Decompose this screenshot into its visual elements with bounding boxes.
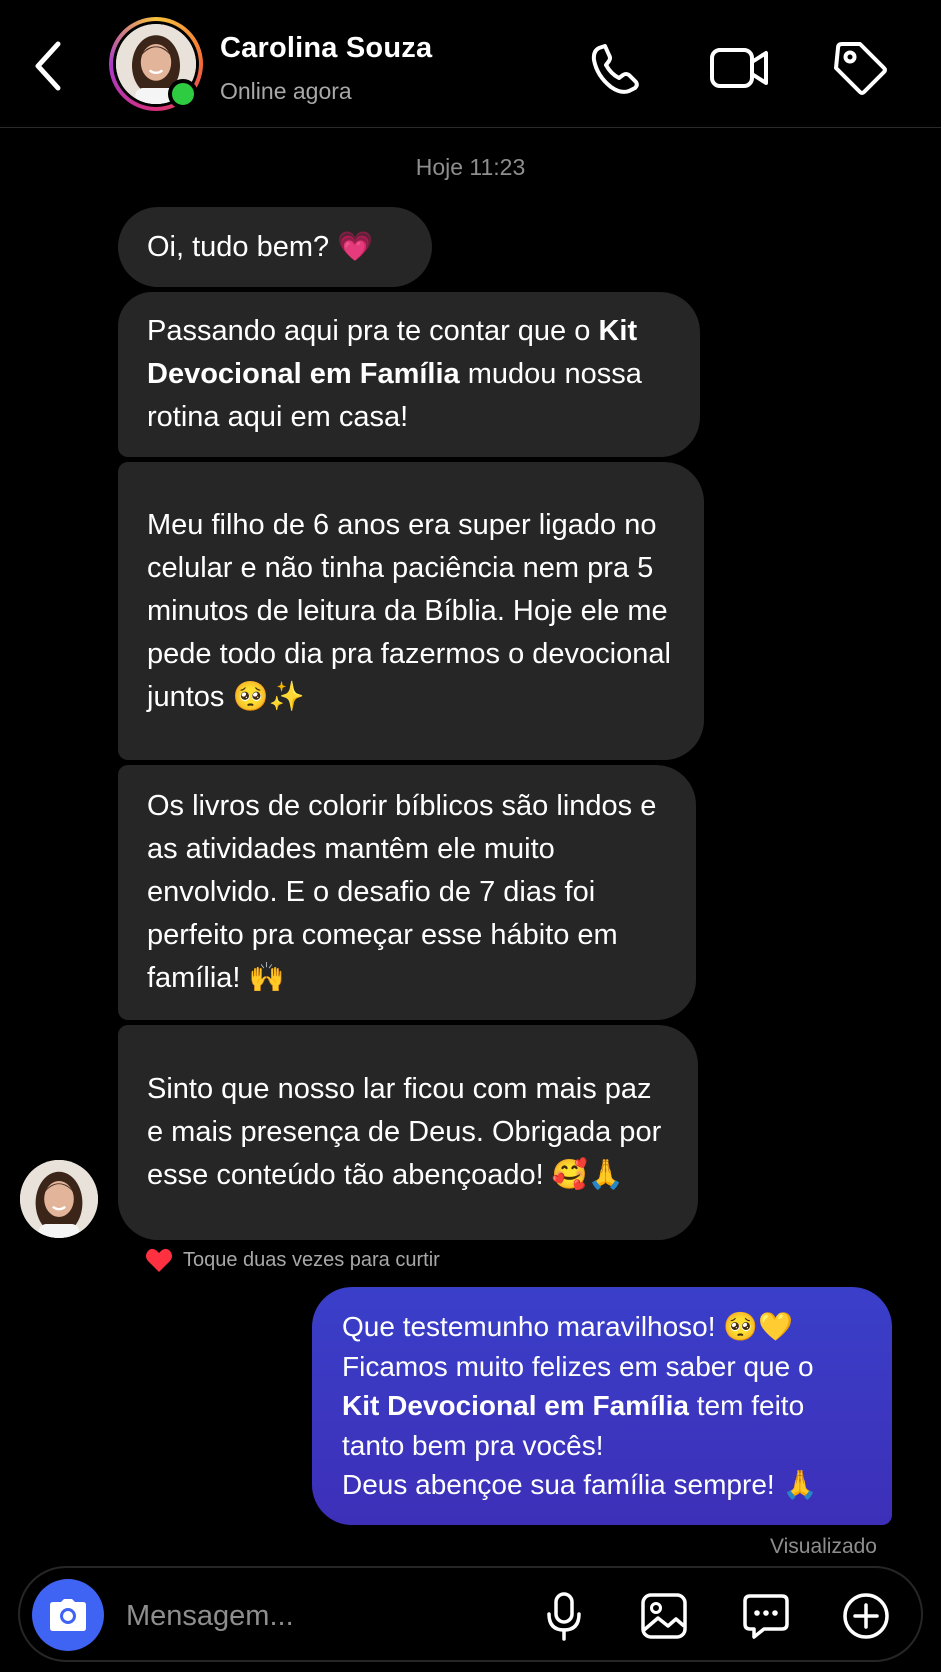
incoming-message[interactable]: Sinto que nosso lar ficou com mais paz e… <box>118 1025 698 1240</box>
seen-status: Visualizado <box>769 1535 877 1558</box>
message-line: tanto bem pra vocês! <box>342 1429 604 1461</box>
message-text: Passando aqui pra te contar que o Kit De… <box>147 315 642 433</box>
like-hint-text: Toque duas vezes para curtir <box>183 1248 440 1271</box>
message-line: Deus abençoe sua família sempre! 🙏 <box>342 1469 818 1500</box>
message-composer <box>18 1566 923 1662</box>
phone-icon <box>591 44 639 94</box>
call-button[interactable] <box>587 38 647 98</box>
gallery-icon <box>641 1593 687 1639</box>
chat-bubble-icon <box>743 1594 789 1639</box>
tag-icon <box>834 42 887 95</box>
contact-name[interactable]: Carolina Souza <box>220 32 432 65</box>
outgoing-message[interactable]: Que testemunho maravilhoso! 🥺💛 Ficamos m… <box>312 1287 892 1525</box>
message-line: Ficamos muito felizes em saber que o <box>342 1350 814 1382</box>
camera-button[interactable] <box>32 1579 104 1651</box>
message-text: Os livros de colorir bíblicos são lindos… <box>147 790 657 994</box>
online-indicator <box>168 79 198 109</box>
gallery-button[interactable] <box>638 1590 690 1642</box>
message-text: Meu filho de 6 anos era super ligado no … <box>147 508 671 713</box>
message-input[interactable] <box>126 1594 486 1638</box>
back-button[interactable] <box>28 38 72 94</box>
voice-message-button[interactable] <box>538 1590 590 1642</box>
message-timestamp: Hoje 11:23 <box>415 154 526 180</box>
message-text: Oi, tudo bem? 💗 <box>147 230 374 263</box>
chat-header: Carolina Souza Online agora <box>0 0 941 128</box>
back-icon <box>35 41 61 91</box>
contact-status: Online agora <box>220 78 352 104</box>
double-tap-like-hint: Toque duas vezes para curtir <box>145 1247 440 1273</box>
add-button[interactable] <box>840 1590 892 1642</box>
incoming-message[interactable]: Meu filho de 6 anos era super ligado no … <box>118 462 704 760</box>
incoming-message[interactable]: Passando aqui pra te contar que o Kit De… <box>118 292 700 457</box>
sticker-button[interactable] <box>740 1590 792 1642</box>
avatar-photo <box>20 1160 98 1238</box>
heart-icon <box>146 1248 172 1272</box>
message-text: Sinto que nosso lar ficou com mais paz e… <box>147 1073 662 1191</box>
incoming-message[interactable]: Oi, tudo bem? 💗 <box>118 207 432 287</box>
message-line: Que testemunho maravilhoso! 🥺💛 <box>342 1311 794 1342</box>
message-line: Kit Devocional em Família tem feito <box>342 1390 805 1421</box>
microphone-icon <box>547 1592 581 1641</box>
sender-avatar[interactable] <box>20 1160 98 1238</box>
add-circle-icon <box>843 1593 889 1639</box>
camera-icon <box>50 1599 86 1631</box>
incoming-message[interactable]: Os livros de colorir bíblicos são lindos… <box>118 765 696 1020</box>
video-camera-icon <box>710 48 768 88</box>
tag-button[interactable] <box>830 38 890 98</box>
video-call-button[interactable] <box>708 38 772 98</box>
